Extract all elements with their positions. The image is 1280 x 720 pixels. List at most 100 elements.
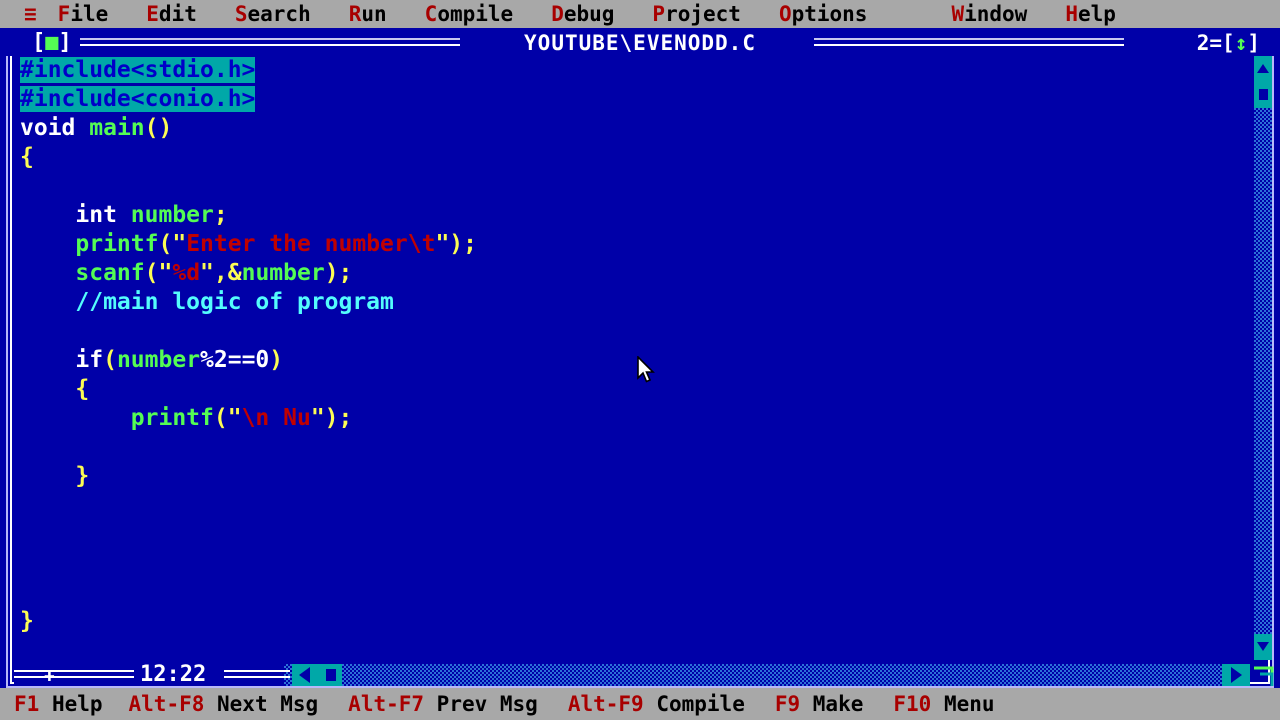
menu-item-compile[interactable]: Compile [413, 0, 526, 28]
code-line[interactable]: #include<stdio.h> [20, 56, 477, 85]
horizontal-scrollbar-thumb[interactable] [320, 664, 342, 686]
code-line[interactable] [20, 549, 477, 578]
menu-item-file[interactable]: File [46, 0, 121, 28]
menu-item-label: ile [70, 2, 109, 26]
menu-item-window[interactable]: Window [939, 0, 1039, 28]
code-line[interactable]: } [20, 462, 477, 491]
code-token: #include<stdio.h> [20, 57, 256, 83]
code-line[interactable] [20, 491, 477, 520]
status-key-name: Alt-F8 [128, 692, 205, 716]
status-rule-b [14, 676, 134, 678]
code-line[interactable]: } [20, 607, 477, 636]
code-token: number [241, 260, 325, 286]
menu-hotkey-letter: P [652, 2, 666, 26]
code-line[interactable]: printf("Enter the number\t"); [20, 230, 477, 259]
menu-hotkey-letter: O [778, 2, 792, 26]
code-line[interactable]: #include<conio.h> [20, 85, 477, 114]
zoom-bracket-right: ] [1247, 31, 1260, 55]
code-token: scanf [75, 260, 145, 286]
code-token: () [144, 115, 173, 141]
status-key-prev-msg[interactable]: Alt-F7 Prev Msg [348, 688, 538, 720]
code-token: if [20, 347, 104, 373]
code-line[interactable]: //main logic of program [20, 288, 477, 317]
status-key-label: Next Msg [204, 692, 319, 716]
code-line[interactable] [20, 433, 477, 462]
menu-hotkey-letter: F [57, 2, 71, 26]
vertical-scrollbar[interactable] [1254, 56, 1272, 660]
status-key-compile[interactable]: Alt-F9 Compile [568, 688, 745, 720]
cursor-position-indicator: 12:22 [140, 662, 207, 687]
menu-hotkey-letter: W [951, 2, 965, 26]
status-key-label: Prev Msg [424, 692, 538, 716]
code-token: number [130, 202, 214, 228]
system-menu-icon[interactable]: ≡ [14, 0, 46, 28]
zoom-arrows-icon[interactable]: ↕ [1235, 31, 1248, 55]
status-rule-d [224, 676, 290, 678]
scroll-down-button[interactable] [1254, 634, 1272, 660]
menu-item-help[interactable]: Help [1053, 0, 1128, 28]
code-token: number [116, 347, 201, 373]
menu-item-edit[interactable]: Edit [134, 0, 209, 28]
code-token: ) [269, 347, 284, 373]
code-token: \n Nu [241, 405, 311, 431]
triangle-left-icon [299, 667, 310, 683]
code-line[interactable] [20, 578, 477, 607]
triangle-up-icon [1257, 64, 1269, 73]
window-number-and-zoom[interactable]: 2=[↕] [1197, 32, 1260, 54]
code-token: (" [158, 231, 187, 257]
code-token: "); [310, 405, 353, 431]
resize-grip-icon[interactable] [1252, 666, 1274, 688]
window-title-bar[interactable]: [■] YOUTUBE\EVENODD.C 2=[↕] [6, 30, 1274, 56]
scroll-up-button[interactable] [1254, 56, 1272, 82]
code-line[interactable]: int number; [20, 201, 477, 230]
code-line[interactable]: void main() [20, 114, 477, 143]
menu-item-run[interactable]: Run [337, 0, 399, 28]
menu-item-debug[interactable]: Debug [539, 0, 626, 28]
menu-hotkey-letter: C [424, 2, 438, 26]
code-line[interactable] [20, 317, 477, 346]
status-key-label: Menu [931, 692, 995, 716]
status-key-help[interactable]: F1 Help [14, 688, 103, 720]
status-key-make[interactable]: F9 Make [775, 688, 864, 720]
menu-hotkey-letter: R [348, 2, 362, 26]
status-key-name: F10 [893, 692, 932, 716]
window-status-line: ✚ 12:22 [14, 662, 290, 687]
scroll-right-button[interactable] [1222, 664, 1250, 686]
vertical-scrollbar-thumb[interactable] [1254, 82, 1272, 108]
code-editor-area[interactable]: #include<stdio.h> #include<conio.h> void m… [14, 56, 1250, 660]
statusbar-host: F1 Help Alt-F8 Next Msg Alt-F7 Prev Msg Alt… [14, 688, 995, 720]
code-token: #include<conio.h> [20, 86, 256, 112]
menu-hotkey-letter: H [1065, 2, 1078, 26]
menu-item-label: un [361, 2, 387, 26]
menu-item-search[interactable]: Search [223, 0, 323, 28]
menu-bar: ≡ File Edit Search Run Compile Debug Project Op… [0, 0, 1280, 28]
window-number: 2 [1196, 31, 1210, 55]
menu-hotkey-letter: E [146, 2, 159, 26]
code-line[interactable]: { [20, 375, 477, 404]
code-line[interactable]: { [20, 143, 477, 172]
code-line[interactable] [20, 520, 477, 549]
code-token: ",& [200, 260, 242, 286]
menu-item-label: elp [1077, 2, 1116, 26]
resize-cross-icon[interactable]: ✚ [44, 667, 55, 685]
status-key-next-msg[interactable]: Alt-F8 Next Msg [129, 688, 319, 720]
menu-item-project[interactable]: Project [640, 0, 753, 28]
menu-hotkey-letter: D [551, 2, 564, 26]
code-token: { [20, 144, 34, 170]
scroll-left-button[interactable] [292, 664, 320, 686]
code-line[interactable]: scanf("%d",&number); [20, 259, 477, 288]
code-line[interactable]: if(number%2==0) [20, 346, 477, 375]
code-line[interactable]: printf("\n Nu"); [20, 404, 477, 433]
code-token: } [20, 608, 34, 634]
status-rule-a [14, 670, 134, 672]
code-token: int [20, 202, 131, 228]
code-line[interactable] [20, 172, 477, 201]
status-key-menu[interactable]: F10 Menu [893, 688, 994, 720]
status-key-label: Help [39, 692, 103, 716]
menu-item-options[interactable]: Options [767, 0, 880, 28]
code-token: main [89, 115, 145, 141]
